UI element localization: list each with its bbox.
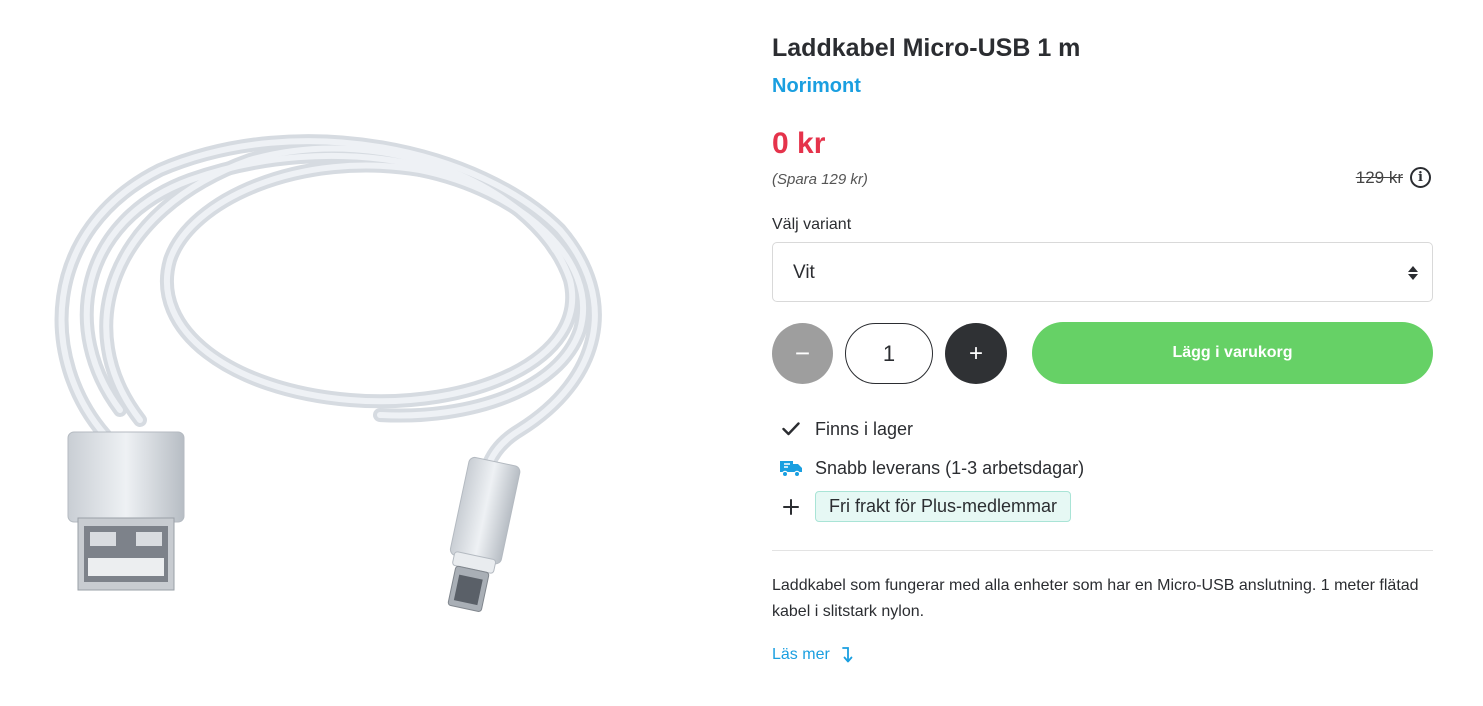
usp-in-stock: Finns i lager (778, 418, 913, 440)
quantity-input[interactable] (845, 323, 933, 384)
plus-icon (778, 496, 803, 518)
sort-arrows-icon (1408, 265, 1418, 281)
product-description: Laddkabel som fungerar med alla enheter … (772, 577, 1419, 620)
variant-label: Välj variant (772, 216, 852, 233)
truck-icon (778, 457, 803, 479)
arrow-down-icon (841, 647, 853, 663)
original-price: 129 kr (1355, 168, 1403, 187)
divider (772, 550, 1433, 551)
variant-selected-value: Vit (793, 262, 815, 283)
variant-select[interactable]: Vit (772, 242, 1433, 302)
info-icon[interactable]: i (1410, 167, 1431, 188)
usp-free-shipping: Fri frakt för Plus-medlemmar (778, 491, 1072, 522)
quantity-increase-button[interactable]: + (945, 323, 1007, 384)
product-image-gallery[interactable] (0, 0, 740, 706)
add-to-cart-button[interactable]: Lägg i varukorg (1032, 322, 1433, 384)
quantity-decrease-button[interactable]: − (772, 323, 833, 384)
read-more-link[interactable]: Läs mer (772, 646, 854, 664)
usp-fast-delivery-text: Snabb leverans (1-3 arbetsdagar) (815, 457, 1085, 478)
product-image[interactable] (0, 0, 740, 706)
usp-fast-delivery: Snabb leverans (1-3 arbetsdagar) (778, 457, 1084, 479)
check-icon (778, 418, 803, 440)
savings-text: (Spara 129 kr) (772, 171, 868, 188)
current-price: 0 kr (772, 127, 826, 160)
product-info-panel: Laddkabel Micro-USB 1 m Norimont 0 kr (S… (772, 0, 1433, 706)
product-title: Laddkabel Micro-USB 1 m (772, 34, 1081, 62)
read-more-label: Läs mer (772, 646, 830, 663)
usp-in-stock-text: Finns i lager (815, 418, 914, 439)
brand-link[interactable]: Norimont (772, 75, 861, 98)
plus-membership-badge[interactable]: Fri frakt för Plus-medlemmar (815, 491, 1072, 522)
